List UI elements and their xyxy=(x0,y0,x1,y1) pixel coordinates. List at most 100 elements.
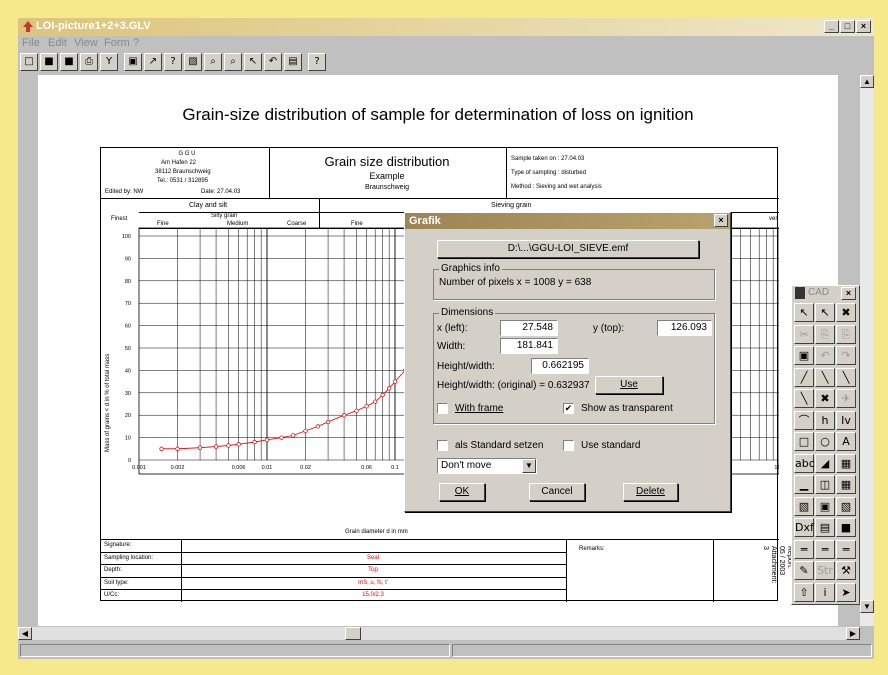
cad-tool-36-icon[interactable]: ✎ xyxy=(794,561,814,580)
toolbar-print-icon[interactable]: ⎙ xyxy=(80,53,98,71)
toolbar-select-icon[interactable]: ↖ xyxy=(244,53,262,71)
cad-tool-0-icon[interactable]: ↖ xyxy=(794,303,814,322)
toolbar-about-icon[interactable]: ? xyxy=(308,53,326,71)
cancel-button[interactable]: Cancel xyxy=(529,483,585,501)
scroll-thumb[interactable] xyxy=(345,627,361,640)
toolbar-zoom-in-icon[interactable]: ⌕ xyxy=(224,53,242,71)
cad-tool-37-icon[interactable]: Str xyxy=(815,561,835,580)
cad-tool-25-icon[interactable]: ◫ xyxy=(815,475,835,494)
cad-tool-38-icon[interactable]: ⚒ xyxy=(836,561,856,580)
toolbar-zoom-window-icon[interactable]: ▧ xyxy=(184,53,202,71)
dialog-close-button[interactable]: × xyxy=(714,214,728,227)
cad-tool-23-icon[interactable]: ▦ xyxy=(836,453,856,473)
scroll-down-button[interactable]: ▼ xyxy=(860,600,874,613)
data-point xyxy=(325,419,331,425)
cad-tool-31-icon[interactable]: ▤ xyxy=(815,518,835,537)
with-frame-checkbox[interactable] xyxy=(437,403,448,414)
height-width-input[interactable]: 0.662195 xyxy=(531,358,589,374)
cad-tool-22-icon[interactable]: ◢ xyxy=(815,453,835,473)
als-standard-checkbox[interactable] xyxy=(437,440,448,451)
cad-tool-12-icon[interactable]: ╲ xyxy=(794,389,814,408)
minimize-button[interactable]: _ xyxy=(824,20,839,33)
cad-tool-28-icon[interactable]: ▣ xyxy=(815,496,835,516)
cad-tool-20-icon[interactable]: A xyxy=(836,432,856,451)
maximize-button[interactable]: □ xyxy=(840,20,855,33)
x-tick-label: 0.01 xyxy=(262,465,273,471)
cad-tool-24-icon[interactable]: ▁ xyxy=(794,475,814,494)
cad-tool-18-icon[interactable]: □ xyxy=(794,432,814,451)
cad-tool-33-icon[interactable]: ═ xyxy=(794,539,814,559)
cad-tool-11-icon[interactable]: ╲ xyxy=(836,367,856,387)
use-button[interactable]: Use xyxy=(595,376,663,394)
close-button[interactable]: × xyxy=(856,20,871,33)
cad-tool-6-icon[interactable]: ▣ xyxy=(794,346,814,365)
toolbar-help-icon[interactable]: ? xyxy=(164,53,182,71)
cad-tool-5-icon[interactable]: ⎘ xyxy=(836,324,856,344)
cad-tool-10-icon[interactable]: ╲ xyxy=(815,367,835,387)
cad-tool-39-icon[interactable]: ⇧ xyxy=(794,582,814,602)
cad-tool-8-icon[interactable]: ↷ xyxy=(836,346,856,365)
y-top-label: y (top): xyxy=(593,323,625,334)
toolbar-move-icon[interactable]: ↗ xyxy=(144,53,162,71)
cad-tool-3-icon[interactable]: ✂ xyxy=(794,324,814,344)
company-name: G G U xyxy=(178,151,196,157)
data-point xyxy=(380,392,385,398)
cad-tool-21-icon[interactable]: abc xyxy=(794,453,815,473)
y-top-input[interactable]: 126.093 xyxy=(657,320,712,336)
cad-tool-13-icon[interactable]: ✖ xyxy=(815,389,835,408)
chevron-down-icon[interactable]: ▼ xyxy=(522,459,536,473)
horizontal-scrollbar[interactable]: ◀ ▶ xyxy=(18,627,860,640)
menu-file[interactable]: File xyxy=(22,37,40,49)
data-point xyxy=(213,444,219,449)
x-tick-label: 0.1 xyxy=(391,465,399,471)
cad-tool-32-icon[interactable]: ■ xyxy=(836,518,856,537)
cad-tool-2-icon[interactable]: ✖ xyxy=(836,303,856,322)
report-heading: Grain size distribution xyxy=(324,154,450,169)
cad-tool-16-icon[interactable]: h xyxy=(815,410,835,430)
transparent-checkbox[interactable]: ✔ xyxy=(563,403,574,414)
menu-form[interactable]: Form xyxy=(104,37,130,49)
cad-tool-40-icon[interactable]: i xyxy=(815,582,835,602)
use-standard-checkbox[interactable] xyxy=(563,440,574,451)
toolbar-filter-icon[interactable]: Y xyxy=(100,53,118,71)
cad-tool-26-icon[interactable]: ▦ xyxy=(836,475,856,494)
cad-tool-29-icon[interactable]: ▧ xyxy=(836,496,856,516)
cad-tool-17-icon[interactable]: Iv xyxy=(836,410,856,430)
vertical-scrollbar[interactable]: ▲ ▼ xyxy=(860,75,874,626)
cad-tool-27-icon[interactable]: ▧ xyxy=(794,496,814,516)
toolbar-zoom-out-icon[interactable]: ⌕ xyxy=(204,53,222,71)
data-point xyxy=(354,408,359,413)
cad-close-button[interactable]: × xyxy=(841,287,856,300)
toolbar-frame-icon[interactable]: ▣ xyxy=(124,53,142,71)
cad-tool-34-icon[interactable]: ═ xyxy=(815,539,835,559)
cad-tool-41-icon[interactable]: ➤ xyxy=(836,582,856,602)
scroll-left-button[interactable]: ◀ xyxy=(18,627,32,640)
cad-tool-4-icon[interactable]: ⎘ xyxy=(815,324,835,344)
cad-tool-9-icon[interactable]: ╱ xyxy=(794,367,814,387)
toolbar-new-icon[interactable]: □ xyxy=(20,53,38,71)
scroll-up-button[interactable]: ▲ xyxy=(860,75,874,88)
x-left-input[interactable]: 27.548 xyxy=(500,320,558,336)
menu-help[interactable]: ? xyxy=(133,37,139,49)
width-input[interactable]: 181.841 xyxy=(500,338,558,354)
y-tick-label: 60 xyxy=(125,324,131,330)
toolbar-save-icon[interactable]: ■ xyxy=(60,53,78,71)
cad-tool-7-icon[interactable]: ↶ xyxy=(815,346,835,365)
ok-button[interactable]: OK xyxy=(439,483,485,501)
cad-tool-1-icon[interactable]: ↖ xyxy=(815,303,835,322)
toolbar-undo-icon[interactable]: ↶ xyxy=(264,53,282,71)
cad-tool-35-icon[interactable]: ═ xyxy=(836,539,856,559)
menu-edit[interactable]: Edit xyxy=(48,37,67,49)
scroll-right-button[interactable]: ▶ xyxy=(846,627,860,640)
cad-tool-15-icon[interactable]: ⌒ xyxy=(794,410,814,430)
cad-tool-14-icon[interactable]: ✈ xyxy=(836,389,856,408)
toolbar-paste-icon[interactable]: ▤ xyxy=(284,53,302,71)
menu-bar: File Edit View Form ? xyxy=(18,37,874,51)
cad-tool-30-icon[interactable]: Dxf xyxy=(794,518,814,537)
footer-value: 15.0/2.3 xyxy=(362,592,384,599)
delete-button[interactable]: Delete xyxy=(623,483,678,501)
cad-tool-19-icon[interactable]: ○ xyxy=(815,432,835,451)
toolbar-open-icon[interactable]: ■ xyxy=(40,53,58,71)
file-button[interactable]: D:\...\GGU-LOI_SIEVE.emf xyxy=(437,240,699,258)
menu-view[interactable]: View xyxy=(74,37,98,49)
